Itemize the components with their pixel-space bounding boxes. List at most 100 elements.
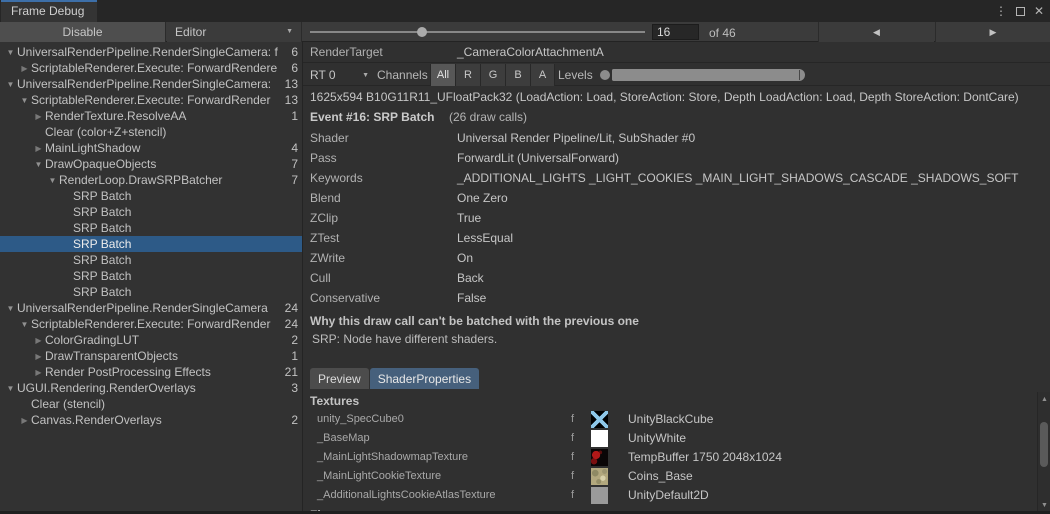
tree-row[interactable]: SRP Batch	[0, 188, 302, 204]
rt-dropdown[interactable]: RT 0 ▼	[303, 64, 373, 86]
foldout-expanded-icon[interactable]: ▼	[18, 96, 31, 105]
tree-row[interactable]: ▶DrawTransparentObjects1	[0, 348, 302, 364]
maximize-icon[interactable]	[1016, 7, 1025, 16]
foldout-expanded-icon[interactable]: ▼	[4, 80, 17, 89]
tree-row[interactable]: ▶RenderTexture.ResolveAA1	[0, 108, 302, 124]
texture-asset-name: UnityDefault2D	[628, 488, 709, 502]
tree-row[interactable]: ▼UniversalRenderPipeline.RenderSingleCam…	[0, 300, 302, 316]
texture-flag: f	[571, 489, 574, 501]
shader-state-row: ZWriteOn	[310, 248, 1046, 268]
tree-row[interactable]: ▼UniversalRenderPipeline.RenderSingleCam…	[0, 44, 302, 60]
event-slider[interactable]	[310, 22, 645, 42]
previous-event-button[interactable]: ◀	[818, 22, 934, 42]
properties-scrollbar[interactable]: ▲ ▼	[1037, 392, 1050, 514]
levels-max-handle[interactable]	[799, 70, 800, 80]
tree-row[interactable]: ▶Render PostProcessing Effects21	[0, 364, 302, 380]
detail-tabs: PreviewShaderProperties	[310, 368, 479, 389]
kebab-menu-icon[interactable]: ⋮	[995, 0, 1007, 22]
tab-shaderproperties[interactable]: ShaderProperties	[370, 368, 479, 389]
foldout-expanded-icon[interactable]: ▼	[4, 48, 17, 57]
target-dropdown[interactable]: Editor ▼	[167, 22, 302, 42]
shader-state-row: BlendOne Zero	[310, 188, 1046, 208]
tree-row[interactable]: ▼DrawOpaqueObjects7	[0, 156, 302, 172]
tree-row[interactable]: ▶ScriptableRenderer.Execute: ForwardRend…	[0, 60, 302, 76]
shader-state-row: CullBack	[310, 268, 1046, 288]
foldout-collapsed-icon[interactable]: ▶	[32, 144, 45, 153]
tree-row[interactable]: SRP Batch	[0, 204, 302, 220]
draw-count: 21	[268, 365, 298, 379]
foldout-collapsed-icon[interactable]: ▶	[32, 352, 45, 361]
batch-break-heading: Why this draw call can't be batched with…	[310, 314, 639, 328]
foldout-collapsed-icon[interactable]: ▶	[32, 368, 45, 377]
state-value: Back	[457, 271, 484, 285]
state-value: Universal Render Pipeline/Lit, SubShader…	[457, 131, 695, 145]
texture-property-name: _MainLightShadowmapTexture	[317, 451, 468, 463]
white-texture-icon[interactable]	[591, 430, 608, 447]
black-cube-texture-icon[interactable]	[591, 411, 608, 428]
tree-row[interactable]: ▶Canvas.RenderOverlays2	[0, 412, 302, 428]
shader-state-row: ZClipTrue	[310, 208, 1046, 228]
texture-row: _BaseMapfUnityWhite	[303, 429, 1036, 448]
tree-row[interactable]: SRP Batch	[0, 236, 302, 252]
tree-row[interactable]: ▼RenderLoop.DrawSRPBatcher7	[0, 172, 302, 188]
channel-button-g[interactable]: G	[480, 64, 505, 86]
channel-button-all[interactable]: All	[430, 64, 455, 86]
tab-preview[interactable]: Preview	[310, 368, 369, 389]
foldout-expanded-icon[interactable]: ▼	[32, 160, 45, 169]
state-label: Conservative	[310, 288, 457, 308]
tree-row[interactable]: SRP Batch	[0, 284, 302, 300]
tree-row[interactable]: Clear (color+Z+stencil)	[0, 124, 302, 140]
gray-texture-icon[interactable]	[591, 487, 608, 504]
shadowmap-texture-icon[interactable]	[591, 449, 608, 466]
levels-min-handle[interactable]	[600, 70, 610, 80]
coins-texture-icon[interactable]	[591, 468, 608, 485]
scrollbar-thumb[interactable]	[1040, 422, 1048, 467]
tree-row[interactable]: ▼UGUI.Rendering.RenderOverlays3	[0, 380, 302, 396]
event-number-input[interactable]	[652, 24, 699, 40]
tree-row[interactable]: SRP Batch	[0, 220, 302, 236]
texture-flag: f	[571, 470, 574, 482]
tree-row[interactable]: SRP Batch	[0, 268, 302, 284]
tree-item-label: SRP Batch	[73, 237, 302, 251]
tree-item-label: RenderTexture.ResolveAA	[45, 109, 302, 123]
scrollbar-up-icon[interactable]: ▲	[1038, 394, 1050, 406]
tree-row[interactable]: ▼UniversalRenderPipeline.RenderSingleCam…	[0, 76, 302, 92]
draw-count: 13	[268, 93, 298, 107]
tree-row[interactable]: ▼ScriptableRenderer.Execute: ForwardRend…	[0, 316, 302, 332]
tree-row[interactable]: ▶ColorGradingLUT2	[0, 332, 302, 348]
frame-debug-tab[interactable]: Frame Debug	[1, 0, 97, 22]
draw-count: 13	[268, 77, 298, 91]
levels-slider[interactable]	[600, 68, 805, 82]
channel-button-b[interactable]: B	[505, 64, 530, 86]
state-value: _ADDITIONAL_LIGHTS _LIGHT_COOKIES _MAIN_…	[457, 171, 1018, 185]
close-icon[interactable]: ✕	[1034, 0, 1044, 22]
draw-count: 4	[268, 141, 298, 155]
foldout-expanded-icon[interactable]: ▼	[46, 176, 59, 185]
foldout-expanded-icon[interactable]: ▼	[4, 384, 17, 393]
draw-count: 3	[268, 381, 298, 395]
disable-button[interactable]: Disable	[0, 22, 166, 42]
channel-button-a[interactable]: A	[530, 64, 555, 86]
state-label: ZWrite	[310, 248, 457, 268]
foldout-collapsed-icon[interactable]: ▶	[18, 416, 31, 425]
tree-row[interactable]: Clear (stencil)	[0, 396, 302, 412]
toolbar: Disable Editor ▼ of 46 ◀ ▶	[0, 22, 1050, 42]
channel-buttons: AllRGBA	[430, 64, 555, 86]
tree-item-label: SRP Batch	[73, 205, 302, 219]
foldout-expanded-icon[interactable]: ▼	[18, 320, 31, 329]
foldout-expanded-icon[interactable]: ▼	[4, 304, 17, 313]
foldout-collapsed-icon[interactable]: ▶	[32, 112, 45, 121]
state-label: Shader	[310, 128, 457, 148]
chevron-down-icon: ▼	[286, 28, 293, 35]
tree-row[interactable]: SRP Batch	[0, 252, 302, 268]
foldout-collapsed-icon[interactable]: ▶	[18, 64, 31, 73]
next-event-button[interactable]: ▶	[935, 22, 1050, 42]
levels-fill	[612, 69, 805, 81]
tree-item-label: SRP Batch	[73, 253, 302, 267]
tree-row[interactable]: ▼ScriptableRenderer.Execute: ForwardRend…	[0, 92, 302, 108]
channel-button-r[interactable]: R	[455, 64, 480, 86]
event-slider-handle[interactable]	[417, 27, 427, 37]
tree-row[interactable]: ▶MainLightShadow4	[0, 140, 302, 156]
texture-row: _MainLightCookieTexturefCoins_Base	[303, 467, 1036, 486]
foldout-collapsed-icon[interactable]: ▶	[32, 336, 45, 345]
